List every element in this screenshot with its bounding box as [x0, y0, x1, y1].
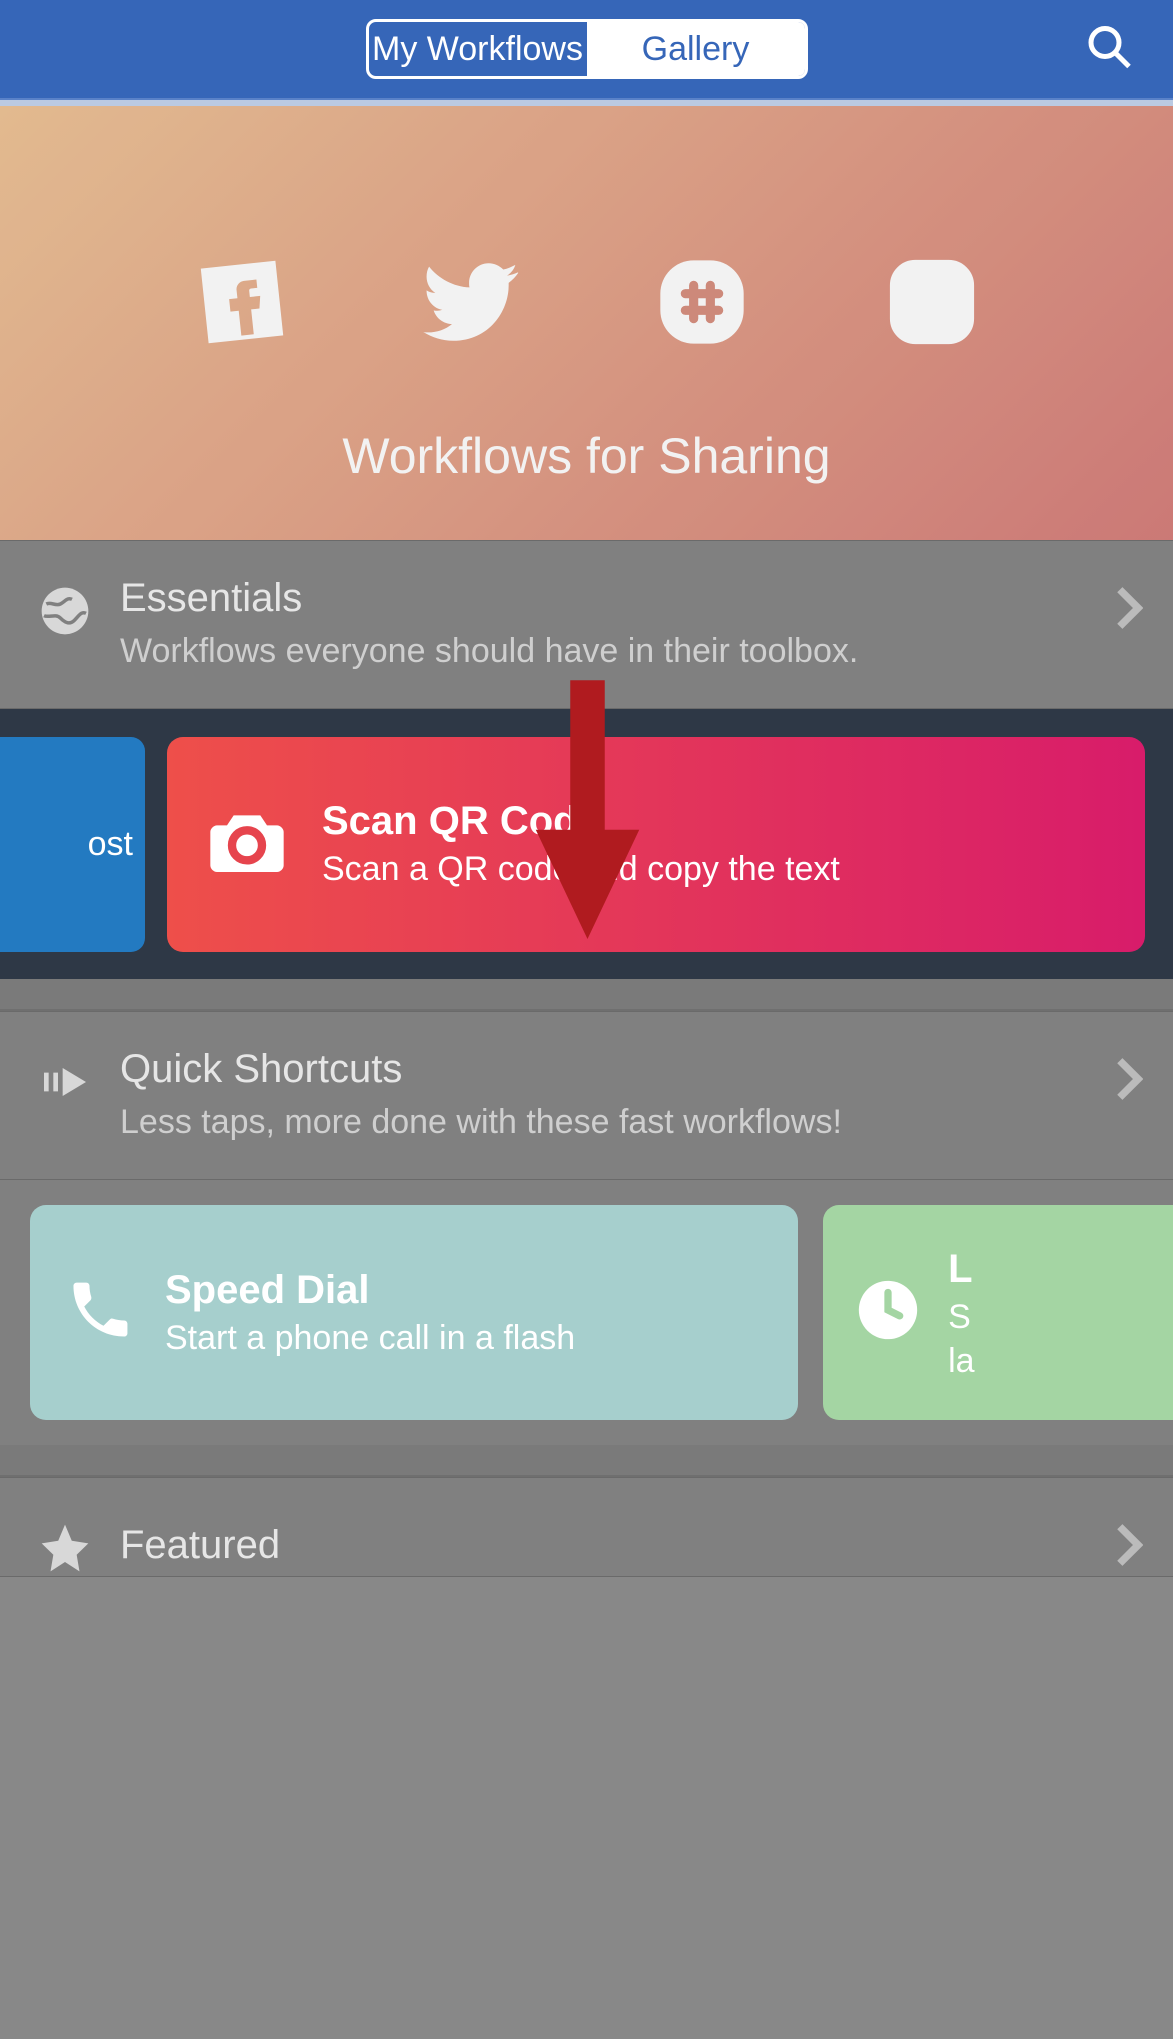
card-text: Speed Dial Start a phone call in a flash [165, 1268, 575, 1358]
chevron-right-icon [1115, 586, 1143, 635]
section-subtitle: Less taps, more done with these fast wor… [120, 1100, 1138, 1144]
hero-banner[interactable]: Workflows for Sharing [0, 100, 1173, 540]
instagram-icon [882, 252, 982, 357]
star-icon [35, 1518, 95, 1578]
camera-icon [207, 807, 287, 882]
section-essentials[interactable]: Essentials Workflows everyone should hav… [0, 540, 1173, 709]
segmented-control: My Workflows Gallery [366, 19, 808, 79]
card-subtitle: Start a phone call in a flash [165, 1319, 575, 1358]
card-scan-qr[interactable]: Scan QR Code Scan a QR code and copy the… [167, 737, 1145, 952]
gap [0, 1445, 1173, 1475]
card-speed-dial[interactable]: Speed Dial Start a phone call in a flash [30, 1205, 798, 1420]
tab-my-workflows[interactable]: My Workflows [369, 22, 587, 76]
quick-cards-row[interactable]: Speed Dial Start a phone call in a flash… [0, 1180, 1173, 1445]
body: Workflows for Sharing Essentials Workflo… [0, 100, 1173, 2039]
card-title: L [948, 1243, 974, 1295]
section-subtitle: Workflows everyone should have in their … [120, 629, 1138, 673]
card-clock-partial[interactable]: L S la [823, 1205, 1173, 1420]
card-title: Speed Dial [165, 1268, 575, 1313]
section-title: Essentials [120, 576, 1138, 621]
card-text: Scan QR Code Scan a QR code and copy the… [322, 799, 840, 889]
chevron-right-icon [1115, 1057, 1143, 1106]
tab-gallery[interactable]: Gallery [587, 22, 805, 76]
phone-icon [65, 1275, 135, 1350]
gap [0, 979, 1173, 1009]
card-subtitle: Scan a QR code and copy the text [322, 850, 840, 889]
search-icon[interactable] [1085, 23, 1133, 76]
nav-header: My Workflows Gallery [0, 0, 1173, 100]
card-text: L S la [948, 1243, 974, 1383]
globe-icon [35, 581, 95, 641]
chevron-right-icon [1115, 1523, 1143, 1572]
facebook-icon [192, 252, 292, 357]
card-partial-label: ost [88, 825, 133, 864]
card-sub1: S [948, 1295, 974, 1339]
section-title: Quick Shortcuts [120, 1047, 1138, 1092]
slack-icon [652, 252, 752, 357]
card-title: Scan QR Code [322, 799, 840, 844]
card-partial-left[interactable]: ost [0, 737, 145, 952]
twitter-icon [422, 252, 522, 357]
hero-icons [192, 252, 982, 357]
section-quick-shortcuts[interactable]: Quick Shortcuts Less taps, more done wit… [0, 1011, 1173, 1180]
clock-icon [853, 1275, 923, 1350]
essentials-cards-row[interactable]: ost Scan QR Code Scan a QR code and copy… [0, 709, 1173, 979]
section-featured[interactable]: Featured [0, 1477, 1173, 1577]
section-title: Featured [120, 1523, 1138, 1568]
screen: My Workflows Gallery [0, 0, 1173, 2039]
card-sub2: la [948, 1339, 974, 1383]
hero-title: Workflows for Sharing [342, 427, 830, 485]
fast-forward-icon [35, 1052, 95, 1112]
